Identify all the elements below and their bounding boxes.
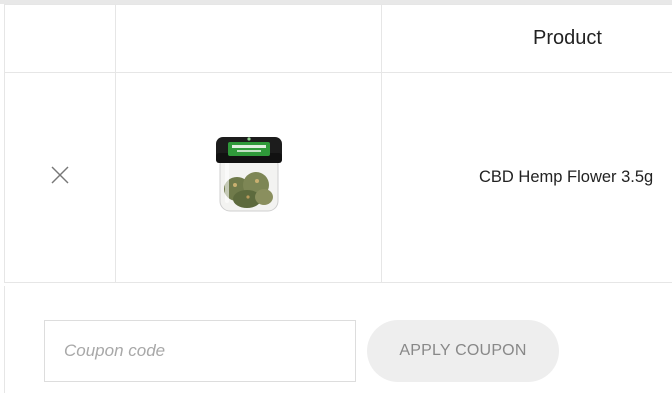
header-thumbnail-cell xyxy=(115,4,382,73)
product-thumbnail-link[interactable] xyxy=(213,133,285,222)
apply-coupon-button[interactable]: APPLY COUPON xyxy=(367,320,559,382)
hemp-flower-jar-icon xyxy=(215,137,282,212)
coupon-area: APPLY COUPON xyxy=(4,286,672,393)
header-remove-cell xyxy=(4,4,116,73)
header-product: Product xyxy=(381,4,672,73)
close-icon xyxy=(51,166,69,184)
coupon-code-input[interactable] xyxy=(44,320,356,382)
cart-item-row: CBD Hemp Flower 3.5g xyxy=(4,72,672,283)
cart-page: Product CBD Hemp Flower 3.5g Coupon code… xyxy=(0,0,672,393)
product-thumbnail-cell xyxy=(115,72,382,283)
remove-cell xyxy=(4,72,116,283)
product-name-link[interactable]: CBD Hemp Flower 3.5g xyxy=(479,168,653,186)
remove-item-button[interactable] xyxy=(49,164,71,186)
product-name-cell: CBD Hemp Flower 3.5g xyxy=(381,72,672,283)
cart-table: Product CBD Hemp Flower 3.5g xyxy=(4,4,672,283)
cart-table-header: Product xyxy=(4,4,672,73)
